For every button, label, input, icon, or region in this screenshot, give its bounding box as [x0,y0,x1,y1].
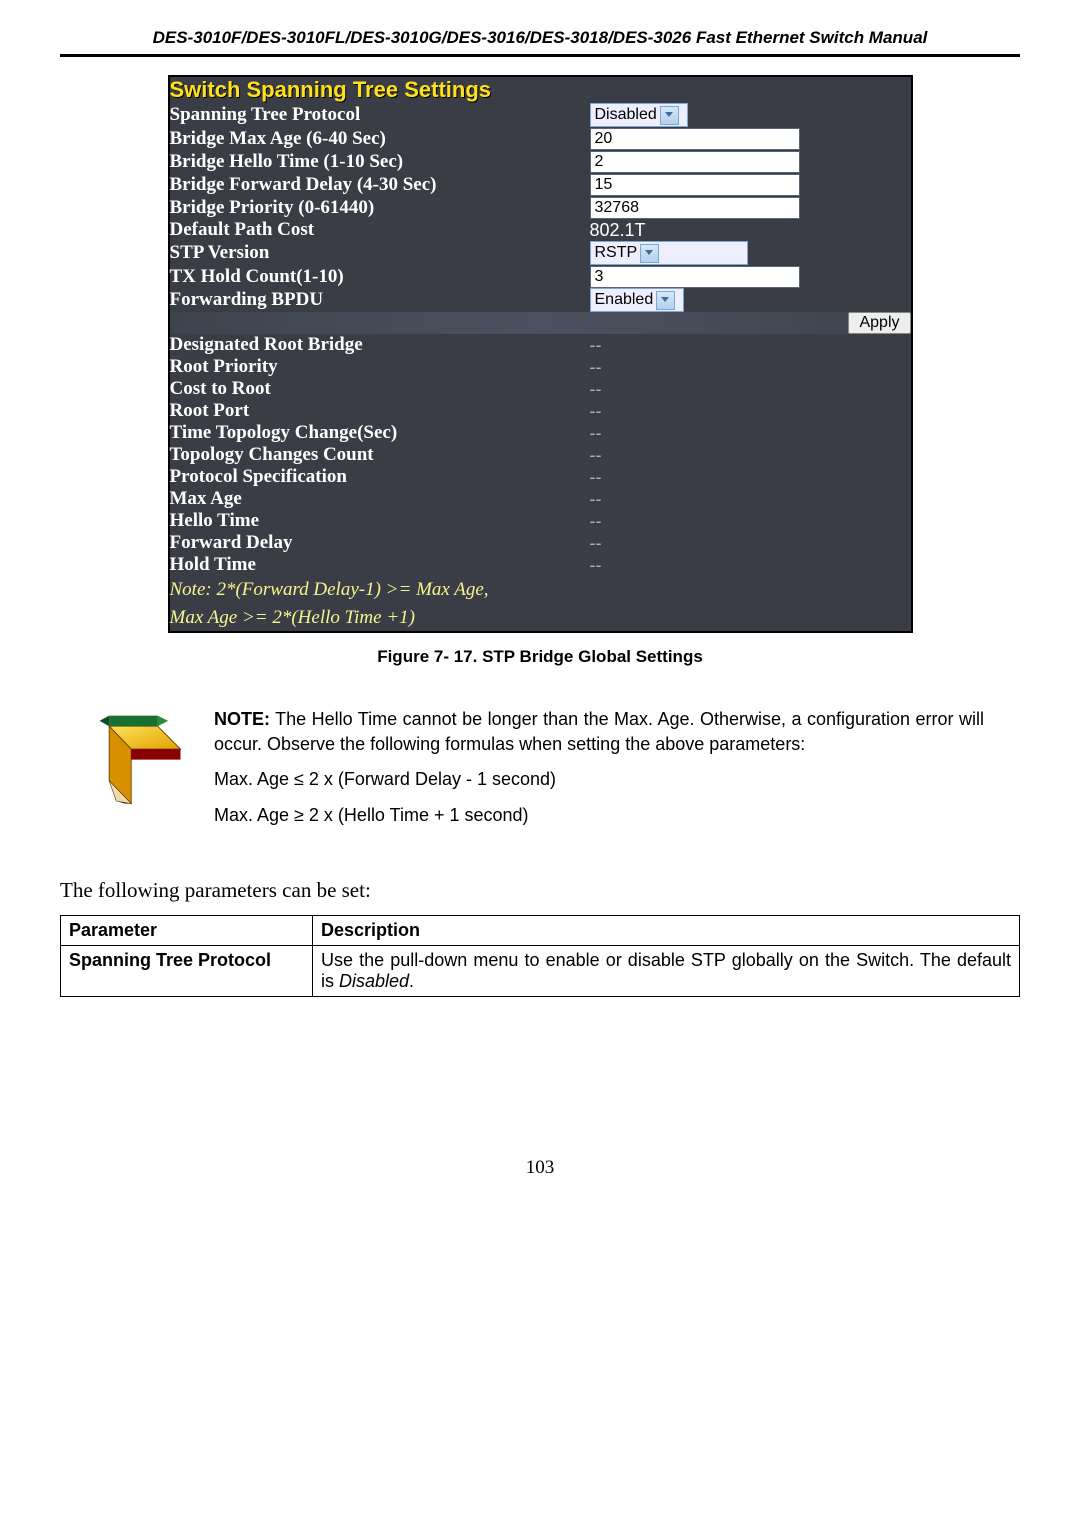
figure-caption: Figure 7- 17. STP Bridge Global Settings [60,647,1020,667]
select-field[interactable]: Disabled [590,103,688,127]
field-label: Bridge Max Age (6-40 Sec) [169,127,590,150]
field-label: Time Topology Change(Sec) [169,422,590,444]
note-line1: The Hello Time cannot be longer than the… [214,709,984,754]
readonly-value: -- [590,533,602,553]
field-label: Bridge Forward Delay (4-30 Sec) [169,173,590,196]
readonly-value: -- [590,467,602,487]
field-label: Forward Delay [169,532,590,554]
readonly-value: -- [590,379,602,399]
panel-title: Switch Spanning Tree Settings [169,76,912,103]
readonly-value: -- [590,423,602,443]
field-label: STP Version [169,241,590,265]
readonly-value: -- [590,445,602,465]
col-header-description: Description [313,915,1020,945]
param-description: Use the pull-down menu to enable or disa… [313,945,1020,996]
note-formula-2: Max. Age ≥ 2 x (Hello Time + 1 second) [214,803,984,828]
input-field[interactable] [590,174,800,196]
readonly-value: -- [590,511,602,531]
readonly-value: -- [590,555,602,575]
input-field[interactable] [590,151,800,173]
field-label: Hello Time [169,510,590,532]
apply-button[interactable]: Apply [848,312,910,334]
select-field[interactable]: Enabled [590,288,684,312]
readonly-value: -- [590,401,602,421]
doc-header: DES-3010F/DES-3010FL/DES-3010G/DES-3016/… [60,24,1020,54]
note-label: NOTE: [214,709,270,729]
panel-formula-note: Note: 2*(Forward Delay-1) >= Max Age,Max… [169,576,912,632]
note-formula-1: Max. Age ≤ 2 x (Forward Delay - 1 second… [214,767,984,792]
input-field[interactable] [590,266,800,288]
field-label: TX Hold Count(1-10) [169,265,590,288]
field-label: Default Path Cost [169,219,590,241]
field-label: Bridge Priority (0-61440) [169,196,590,219]
field-label: Spanning Tree Protocol [169,103,590,127]
input-field[interactable] [590,128,800,150]
field-label: Bridge Hello Time (1-10 Sec) [169,150,590,173]
static-value: 802.1T [590,220,646,240]
col-header-parameter: Parameter [61,915,313,945]
field-label: Protocol Specification [169,466,590,488]
field-label: Topology Changes Count [169,444,590,466]
note-block: NOTE: The Hello Time cannot be longer th… [214,707,984,838]
field-label: Root Port [169,400,590,422]
parameter-table: Parameter Description Spanning Tree Prot… [60,915,1020,997]
field-label: Max Age [169,488,590,510]
field-label: Designated Root Bridge [169,334,590,356]
readonly-value: -- [590,489,602,509]
page-number: 103 [60,1157,1020,1179]
field-label: Cost to Root [169,378,590,400]
field-label: Forwarding BPDU [169,288,590,312]
param-name: Spanning Tree Protocol [61,945,313,996]
chevron-down-icon [640,244,659,263]
chevron-down-icon [656,291,675,310]
body-paragraph: The following parameters can be set: [60,878,1020,903]
select-field[interactable]: RSTP [590,241,748,265]
field-label: Root Priority [169,356,590,378]
settings-panel: Switch Spanning Tree SettingsSpanning Tr… [168,75,913,633]
header-rule [60,54,1020,57]
readonly-value: -- [590,357,602,377]
pencil-icon [96,707,184,807]
input-field[interactable] [590,197,800,219]
readonly-value: -- [590,335,602,355]
chevron-down-icon [660,106,679,125]
field-label: Hold Time [169,554,590,576]
